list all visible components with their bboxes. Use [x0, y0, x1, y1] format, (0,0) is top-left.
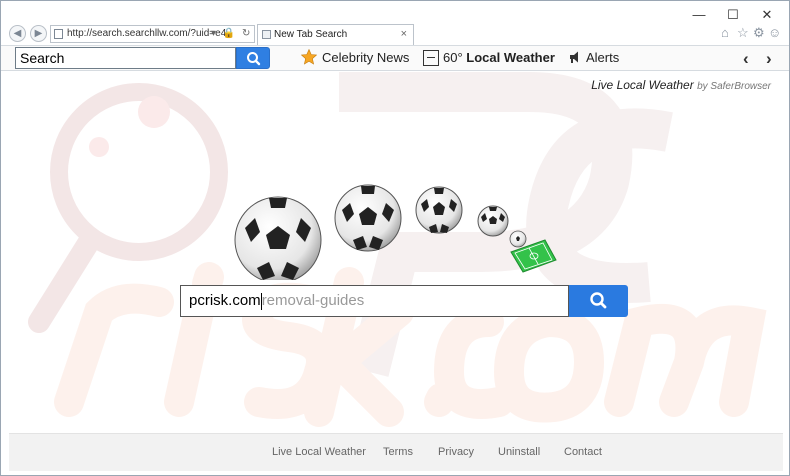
toolbar-next-icon[interactable]: › — [766, 49, 772, 69]
alerts-icon — [570, 51, 578, 63]
address-tools: ▾ 🔒 ↻ — [211, 25, 254, 43]
page-icon — [54, 29, 63, 39]
tab-close-icon[interactable]: × — [401, 25, 407, 44]
footer-link-contact[interactable]: Contact — [564, 446, 602, 458]
brand-name: Live Local Weather — [591, 78, 694, 92]
favorites-star-icon[interactable]: ☆ — [737, 25, 749, 41]
address-text: http://search.searchllw.com/?uid=e4 — [67, 28, 227, 39]
search-typed-text: pcrisk.com — [189, 292, 261, 309]
star-icon — [300, 48, 318, 65]
smiley-icon[interactable]: ☺ — [768, 25, 781, 40]
main-content: Live Local Weather by SaferBrowser pcris… — [9, 72, 783, 432]
browser-window: ◀ ▶ http://search.searchllw.com/?uid=e4 … — [0, 0, 790, 476]
soccer-ball-icon — [334, 184, 402, 252]
footer-link-terms[interactable]: Terms — [383, 446, 413, 458]
soccer-ball-icon — [234, 196, 322, 280]
close-button[interactable]: ✕ — [757, 7, 777, 23]
celebrity-news-link[interactable]: Celebrity News — [300, 46, 410, 70]
search-icon — [590, 292, 607, 309]
alerts-label: Alerts — [586, 50, 620, 65]
alerts-link[interactable]: Alerts — [568, 46, 619, 70]
back-button[interactable]: ◀ — [9, 25, 26, 42]
toolbar-search-input[interactable]: Search — [15, 47, 236, 69]
tab-title: New Tab Search — [274, 29, 348, 40]
tab-favicon-icon — [262, 30, 271, 39]
refresh-icon[interactable]: ↻ — [242, 28, 250, 39]
search-suggestion-text: removal-guides — [261, 292, 365, 309]
search-toolbar: Search Celebrity News 60° Local Weather … — [1, 45, 789, 71]
soccer-ball-icon — [509, 230, 527, 248]
maximize-button[interactable]: ☐ — [723, 7, 743, 23]
main-search-button[interactable] — [569, 285, 628, 317]
temperature-value: 60° — [443, 50, 463, 65]
local-weather-link[interactable]: 60° Local Weather — [423, 46, 555, 70]
footer-link-uninstall[interactable]: Uninstall — [498, 446, 540, 458]
lock-icon[interactable]: 🔒 — [223, 28, 235, 39]
home-icon[interactable]: ⌂ — [721, 25, 729, 40]
soccer-balls-logo — [234, 184, 557, 280]
tab-new-tab-search[interactable]: New Tab Search × — [257, 24, 414, 45]
footer-link-live-local-weather[interactable]: Live Local Weather — [272, 446, 366, 458]
brand-by: by SaferBrowser — [697, 81, 771, 92]
toolbar-prev-icon[interactable]: ‹ — [743, 49, 749, 69]
main-search-input[interactable]: pcrisk.comremoval-guides — [180, 285, 569, 317]
settings-gear-icon[interactable]: ⚙ — [753, 25, 765, 41]
title-bar: ◀ ▶ http://search.searchllw.com/?uid=e4 … — [1, 1, 789, 45]
brand-title: Live Local Weather by SaferBrowser — [591, 78, 771, 92]
minimize-button[interactable]: — — [689, 7, 709, 22]
search-icon — [247, 52, 261, 66]
local-weather-label: Local Weather — [466, 50, 555, 65]
weather-icon — [423, 49, 439, 66]
toolbar-search-button[interactable] — [236, 47, 270, 69]
celebrity-news-label: Celebrity News — [322, 50, 410, 65]
forward-button[interactable]: ▶ — [30, 25, 47, 42]
dropdown-icon[interactable]: ▾ — [211, 28, 216, 39]
soccer-ball-icon — [477, 205, 509, 237]
footer-link-privacy[interactable]: Privacy — [438, 446, 474, 458]
soccer-ball-icon — [415, 186, 463, 234]
footer: Live Local Weather Terms Privacy Uninsta… — [9, 433, 783, 471]
